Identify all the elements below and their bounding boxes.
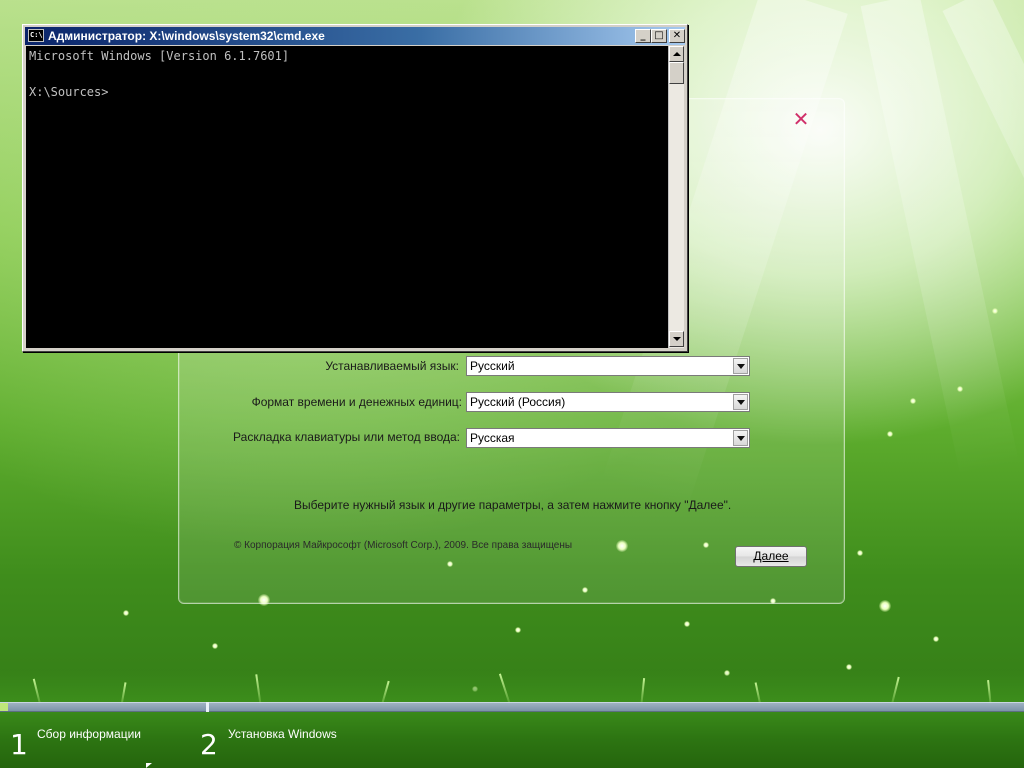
- format-select[interactable]: Русский (Россия): [466, 392, 750, 412]
- step-1-number: 1: [10, 728, 28, 761]
- chevron-down-icon[interactable]: [733, 394, 748, 410]
- sparkle: [684, 621, 690, 627]
- mouse-cursor-icon: [146, 763, 152, 768]
- sparkle: [887, 431, 893, 437]
- scroll-up-icon[interactable]: [669, 46, 684, 62]
- scroll-thumb[interactable]: [669, 62, 684, 84]
- console-prompt: X:\Sources>: [29, 85, 109, 99]
- keyboard-select[interactable]: Русская: [466, 428, 750, 448]
- step-2-number: 2: [200, 728, 218, 761]
- cmd-title: Администратор: X:\windows\system32\cmd.e…: [48, 29, 325, 43]
- keyboard-value: Русская: [470, 431, 515, 445]
- language-value: Русский: [470, 359, 515, 373]
- grass-decoration: [0, 670, 1024, 768]
- language-select[interactable]: Русский: [466, 356, 750, 376]
- next-button[interactable]: Далее: [735, 546, 807, 567]
- minimize-button[interactable]: _: [635, 29, 651, 43]
- close-button[interactable]: ✕: [669, 29, 685, 43]
- cmd-titlebar[interactable]: C:\ Администратор: X:\windows\system32\c…: [25, 27, 685, 45]
- console-line: ​: [29, 65, 665, 83]
- cmd-icon[interactable]: C:\: [28, 29, 44, 42]
- copyright-text: © Корпорация Майкрософт (Microsoft Corp.…: [234, 540, 573, 551]
- close-icon[interactable]: ✕: [790, 108, 812, 130]
- sparkle: [910, 398, 916, 404]
- format-label: Формат времени и денежных единиц:: [251, 395, 462, 409]
- progress-fill: [0, 703, 8, 711]
- sparkle: [933, 636, 939, 642]
- format-value: Русский (Россия): [470, 395, 566, 409]
- step-2-label: Установка Windows: [228, 727, 337, 741]
- sparkle: [992, 308, 998, 314]
- sparkle: [123, 610, 129, 616]
- keyboard-label: Раскладка клавиатуры или метод ввода:: [233, 430, 460, 444]
- progress-track: [0, 702, 1024, 712]
- chevron-down-icon[interactable]: [733, 430, 748, 446]
- desktop-background: ✕ Устанавливаемый язык: Русский Формат в…: [0, 0, 1024, 768]
- sparkle: [879, 600, 891, 612]
- maximize-button[interactable]: □: [651, 29, 667, 43]
- progress-divider: [206, 702, 209, 712]
- sparkle: [857, 550, 863, 556]
- cmd-scrollbar[interactable]: [668, 46, 684, 348]
- chevron-down-icon[interactable]: [733, 358, 748, 374]
- cmd-window[interactable]: C:\ Администратор: X:\windows\system32\c…: [22, 24, 688, 352]
- language-label: Устанавливаемый язык:: [325, 359, 459, 373]
- sparkle: [515, 627, 521, 633]
- console-line: Microsoft Windows [Version 6.1.7601]: [29, 49, 290, 63]
- step-1-label: Сбор информации: [37, 727, 141, 741]
- instruction-text: Выберите нужный язык и другие параметры,…: [294, 498, 732, 512]
- cmd-console[interactable]: Microsoft Windows [Version 6.1.7601] ​ X:\…: [26, 46, 668, 348]
- scroll-down-icon[interactable]: [669, 331, 684, 347]
- sparkle: [957, 386, 963, 392]
- sparkle: [212, 643, 218, 649]
